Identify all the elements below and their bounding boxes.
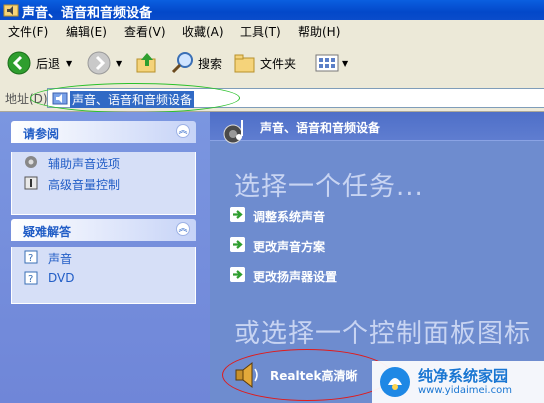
window-title: 声音、语音和音频设备 — [22, 6, 153, 21]
see-also-body: 辅助声音选项 高级音量控制 — [11, 152, 196, 215]
green-arrow-icon — [230, 267, 245, 282]
menu-favorites[interactable]: 收藏(A) — [182, 23, 224, 40]
task-label: 更改扬声器设置 — [253, 270, 338, 284]
annotation-ellipse-red — [222, 349, 392, 401]
green-arrow-icon — [230, 237, 245, 252]
search-icon — [171, 52, 193, 74]
troubleshoot-body: ? 声音 ? DVD — [11, 247, 196, 304]
task-label: 调整系统声音 — [253, 210, 326, 224]
green-arrow-icon — [230, 207, 245, 222]
watermark: 纯净系统家园 www.yidaimei.com — [372, 361, 544, 403]
help-icon: ? — [24, 271, 38, 285]
list-item[interactable]: ? 声音 — [12, 247, 195, 268]
content-header: 声音、语音和音频设备 — [210, 112, 544, 144]
watermark-name: 纯净系统家园 — [418, 367, 509, 385]
see-also-panel: 请参阅 ︽ 辅助声音选项 高级音量控制 — [11, 121, 196, 215]
menu-file[interactable]: 文件(F) — [8, 23, 48, 40]
see-also-title: 请参阅 — [23, 127, 60, 141]
list-item[interactable]: ? DVD — [12, 268, 195, 289]
forward-arrow-icon — [87, 51, 111, 75]
folders-icon — [234, 54, 255, 73]
collapse-icon[interactable]: ︽ — [176, 124, 190, 138]
folders-button[interactable]: 文件夹 — [232, 49, 296, 77]
svg-text:?: ? — [28, 253, 33, 264]
troubleshoot-panel: 疑难解答 ︽ ? 声音 ? DVD — [11, 219, 196, 304]
task-section-title: 选择一个任务... — [234, 172, 424, 202]
volume-control-icon — [24, 176, 38, 190]
troubleshoot-title: 疑难解答 — [23, 225, 72, 239]
task-pane: 请参阅 ︽ 辅助声音选项 高级音量控制 疑难解答 ︽ ? 声音 ? DVD — [0, 112, 210, 403]
views-button[interactable]: ▼ — [314, 49, 348, 77]
speaker-note-icon — [223, 120, 243, 144]
title-bar: 声音、语音和音频设备 — [0, 0, 544, 21]
back-arrow-icon — [7, 51, 31, 75]
menu-help[interactable]: 帮助(H) — [298, 23, 340, 40]
menu-tools[interactable]: 工具(T) — [240, 23, 281, 40]
troubleshoot-header[interactable]: 疑难解答 ︽ — [11, 219, 196, 241]
menu-edit[interactable]: 编辑(E) — [66, 23, 107, 40]
watermark-url: www.yidaimei.com — [418, 385, 512, 396]
see-also-item-label: 高级音量控制 — [48, 178, 121, 192]
sound-folder-icon — [3, 4, 19, 17]
task-label: 更改声音方案 — [253, 240, 326, 254]
menu-bar: 文件(F) 编辑(E) 查看(V) 收藏(A) 工具(T) 帮助(H) — [0, 20, 544, 42]
forward-button[interactable]: ▼ — [86, 49, 122, 77]
list-item[interactable]: 高级音量控制 — [12, 173, 195, 194]
search-button[interactable]: 搜索 — [170, 49, 222, 77]
up-folder-button[interactable] — [134, 49, 160, 77]
back-button[interactable]: 后退 ▼ — [6, 49, 72, 77]
toolbar: 后退 ▼ ▼ 搜索 文件夹 ▼ — [0, 41, 544, 86]
see-also-item-label: 辅助声音选项 — [48, 157, 121, 171]
control-panel-icon-title: 或选择一个控制面板图标 — [234, 319, 532, 349]
troubleshoot-item-label: 声音 — [48, 252, 73, 266]
annotation-ellipse-green — [30, 83, 240, 113]
troubleshoot-item-label: DVD — [48, 271, 75, 285]
menu-view[interactable]: 查看(V) — [124, 23, 166, 40]
search-label: 搜索 — [198, 56, 223, 71]
content-header-title: 声音、语音和音频设备 — [260, 121, 381, 135]
up-folder-icon — [136, 53, 156, 73]
list-item[interactable]: 辅助声音选项 — [12, 152, 195, 173]
views-icon — [315, 54, 339, 72]
back-label: 后退 — [36, 56, 61, 71]
help-icon: ? — [24, 250, 38, 264]
watermark-logo-icon — [380, 367, 410, 397]
collapse-icon[interactable]: ︽ — [176, 222, 190, 236]
accessibility-icon — [25, 156, 37, 168]
folders-label: 文件夹 — [260, 56, 297, 71]
svg-text:?: ? — [28, 274, 33, 285]
see-also-header[interactable]: 请参阅 ︽ — [11, 121, 196, 143]
